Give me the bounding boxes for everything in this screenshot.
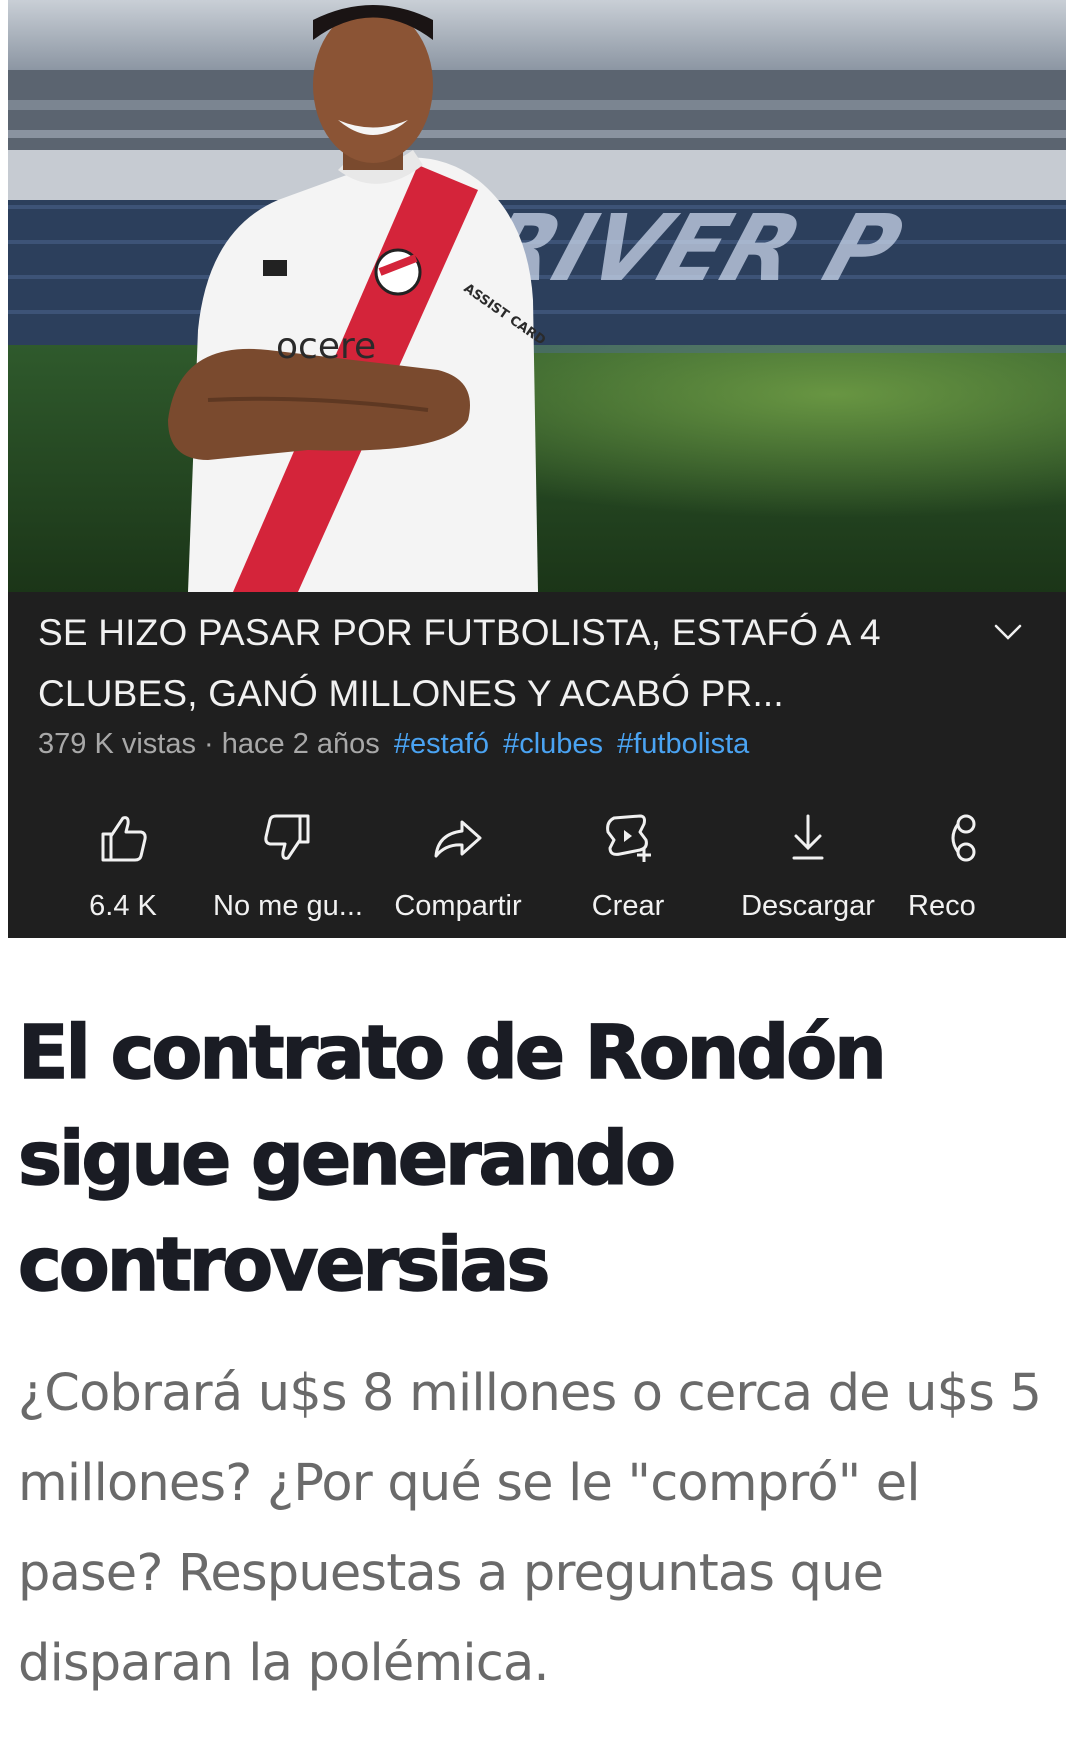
like-button[interactable]: 6.4 K: [63, 810, 183, 935]
share-icon: [434, 820, 482, 858]
remix-label: Reco: [908, 890, 976, 922]
hashtag-link[interactable]: #estafó: [394, 728, 489, 760]
hashtag-link[interactable]: #futbolista: [617, 728, 749, 760]
chevron-down-icon[interactable]: [988, 612, 1028, 652]
hashtag-link[interactable]: #clubes: [503, 728, 603, 760]
like-count: 6.4 K: [89, 890, 157, 922]
video-title-row[interactable]: SE HIZO PASAR POR FUTBOLISTA, ESTAFÓ A 4…: [38, 602, 1038, 724]
upload-age: hace 2 años: [221, 728, 380, 760]
video-actions-bar: 6.4 K No me gu... Compartir Crear Descar…: [8, 810, 1066, 935]
video-card: RIVER P ocere ASSIST CARD SE HIZO PASAR …: [8, 0, 1066, 938]
stadium-lettering: RIVER P: [470, 195, 914, 302]
meta-separator: ·: [204, 728, 214, 760]
video-meta: 379 K vistas · hace 2 años #estafó #club…: [38, 728, 749, 761]
video-title[interactable]: SE HIZO PASAR POR FUTBOLISTA, ESTAFÓ A 4…: [38, 602, 918, 724]
share-button[interactable]: Compartir: [383, 810, 533, 935]
dislike-button[interactable]: No me gu...: [208, 810, 368, 935]
dislike-label: No me gu...: [213, 890, 363, 922]
thumbs-down-icon: [264, 814, 310, 860]
video-thumbnail[interactable]: RIVER P ocere ASSIST CARD: [8, 0, 1066, 592]
jersey-sponsor: ocere: [276, 326, 376, 367]
article-headline[interactable]: El contrato de Rondón sigue generando co…: [17, 1000, 1058, 1318]
download-icon: [792, 814, 824, 860]
remix-icon: [951, 814, 976, 862]
thumbnail-image: RIVER P ocere ASSIST CARD: [8, 0, 1066, 592]
download-label: Descargar: [741, 890, 875, 922]
remix-button[interactable]: Reco: [908, 810, 998, 935]
thumbs-up-icon: [101, 816, 147, 862]
create-label: Crear: [591, 890, 665, 922]
create-button[interactable]: Crear: [568, 810, 688, 935]
share-label: Compartir: [394, 890, 522, 922]
article-subheadline: ¿Cobrará u$s 8 millones o cerca de u$s 5…: [18, 1364, 1042, 1693]
download-button[interactable]: Descargar: [718, 810, 898, 935]
create-icon: [606, 814, 651, 862]
view-count: 379 K vistas: [38, 728, 196, 760]
